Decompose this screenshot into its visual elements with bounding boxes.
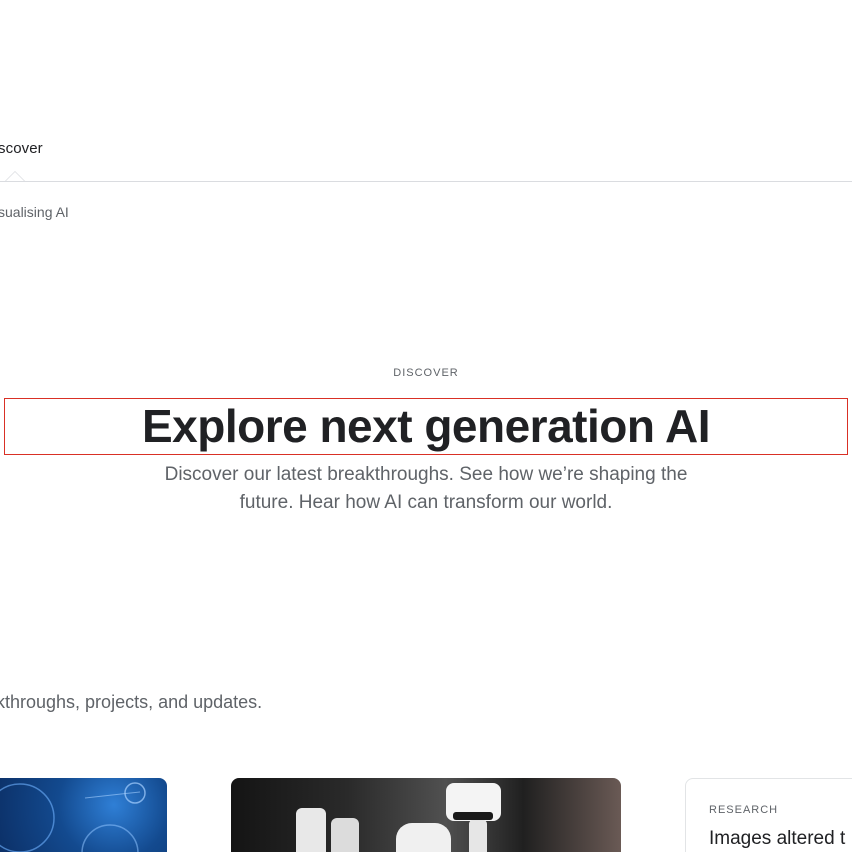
robot-illustration bbox=[296, 783, 501, 852]
section-intro: kthroughs, projects, and updates. bbox=[0, 692, 263, 712]
card-research[interactable]: RESEARCH Images altered t bbox=[685, 778, 852, 852]
card-category-label: RESEARCH bbox=[709, 804, 779, 816]
subnav-tab-discover[interactable]: scover bbox=[0, 140, 43, 157]
active-tab-indicator bbox=[6, 172, 24, 181]
hero-description: Discover our latest breakthroughs. See h… bbox=[164, 464, 688, 513]
blue-circles-illustration bbox=[0, 782, 146, 852]
hero-eyebrow: DISCOVER bbox=[393, 367, 459, 379]
card-image-blue-circles[interactable] bbox=[0, 778, 167, 852]
subnav-divider bbox=[0, 181, 852, 182]
subnav-sublink-visualising-ai[interactable]: sualising AI bbox=[0, 204, 69, 220]
hero-title: Explore next generation AI bbox=[4, 398, 848, 455]
card-title: Images altered t bbox=[709, 828, 846, 849]
card-image-robot[interactable] bbox=[231, 778, 621, 852]
